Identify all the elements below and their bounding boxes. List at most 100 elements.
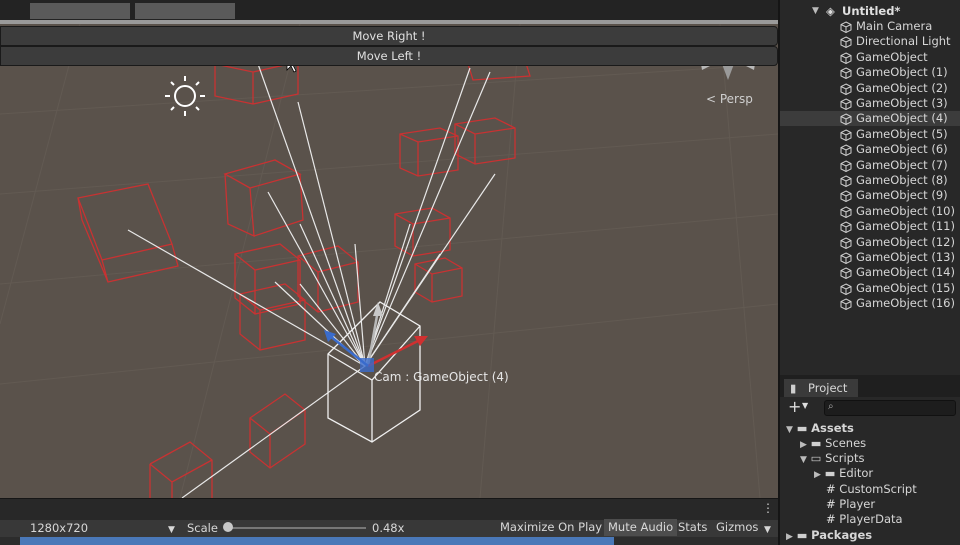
cube-wireframe bbox=[77, 183, 179, 283]
hierarchy-item[interactable]: GameObject (14) bbox=[780, 265, 960, 280]
hierarchy-item[interactable]: GameObject (3) bbox=[780, 96, 960, 111]
resolution-select[interactable]: 1280x720 bbox=[30, 521, 88, 535]
hierarchy-item[interactable]: GameObject (7) bbox=[780, 158, 960, 173]
hierarchy-item[interactable]: GameObject (4) bbox=[780, 111, 960, 127]
game-view-highlight bbox=[20, 537, 614, 545]
editor-tab[interactable] bbox=[135, 3, 235, 19]
script-file-label: CustomScript bbox=[839, 482, 917, 496]
hierarchy-item-label: GameObject (1) bbox=[856, 65, 948, 80]
scale-slider-handle[interactable] bbox=[223, 522, 233, 532]
hierarchy-item-label: GameObject (11) bbox=[856, 219, 955, 234]
folder-icon: ▬ bbox=[796, 528, 808, 542]
script-file[interactable]: # Player bbox=[826, 497, 875, 512]
hierarchy-item[interactable]: GameObject (8) bbox=[780, 173, 960, 188]
project-search-input[interactable]: ⌕ bbox=[824, 400, 956, 416]
dropdown-arrow-icon[interactable]: ▼ bbox=[168, 523, 175, 537]
gameobject-cube-icon bbox=[840, 175, 852, 188]
script-file-icon: # bbox=[826, 497, 836, 511]
expand-arrow-icon[interactable]: ▼ bbox=[812, 4, 819, 19]
move-right-button[interactable]: Move Right ! bbox=[0, 26, 778, 46]
packages-folder[interactable]: ▶ ▬ Packages bbox=[786, 528, 872, 543]
hierarchy-item[interactable]: Directional Light bbox=[780, 34, 960, 49]
gameobject-cube-icon bbox=[840, 160, 852, 172]
editor-tab[interactable] bbox=[30, 3, 130, 19]
add-icon[interactable]: + bbox=[788, 397, 801, 416]
hierarchy-item-label: GameObject (10) bbox=[856, 203, 955, 218]
hierarchy-item-label: GameObject (7) bbox=[856, 157, 948, 172]
mute-audio-toggle[interactable]: Mute Audio bbox=[604, 519, 678, 536]
unity-scene-icon: ◈ bbox=[826, 4, 835, 18]
packages-label: Packages bbox=[811, 528, 873, 542]
hierarchy-item[interactable]: GameObject (10) bbox=[780, 204, 960, 219]
hierarchy-item-label: GameObject (13) bbox=[856, 250, 955, 264]
top-strip bbox=[0, 0, 778, 24]
assets-folder[interactable]: ▼ ▬ Assets bbox=[786, 421, 854, 436]
expand-arrow-icon[interactable]: ▼ bbox=[800, 455, 807, 465]
scripts-label: Scripts bbox=[825, 451, 865, 465]
cube-wireframe bbox=[249, 393, 306, 469]
hierarchy-item[interactable]: GameObject (16) bbox=[780, 296, 960, 311]
search-icon: ⌕ bbox=[828, 401, 834, 412]
scenes-label: Scenes bbox=[825, 436, 867, 450]
game-view-header: ⋮ bbox=[0, 498, 778, 521]
collapse-arrow-icon[interactable]: ▶ bbox=[800, 440, 807, 450]
hierarchy-item[interactable]: GameObject (13) bbox=[780, 250, 960, 265]
expand-arrow-icon[interactable]: ▼ bbox=[786, 425, 793, 435]
hierarchy-item-label: GameObject (3) bbox=[856, 96, 948, 110]
script-file-icon: # bbox=[826, 512, 836, 526]
project-header: ▮ Project bbox=[778, 375, 960, 397]
project-tab[interactable]: ▮ Project bbox=[784, 379, 858, 397]
hierarchy-item-label: GameObject bbox=[856, 49, 928, 64]
add-dropdown-icon[interactable]: ▼ bbox=[802, 401, 808, 410]
scene-view[interactable]: z x Move Right ! Move Left ! < Persp Cam… bbox=[0, 24, 778, 498]
hierarchy-item[interactable]: Main Camera bbox=[780, 19, 960, 34]
gameobject-cube-icon bbox=[840, 52, 852, 64]
move-left-button[interactable]: Move Left ! bbox=[0, 46, 778, 66]
gameobject-cube-icon bbox=[840, 267, 852, 280]
gameobject-cube-icon bbox=[840, 190, 852, 203]
maximize-on-play-toggle[interactable]: Maximize On Play bbox=[496, 519, 606, 536]
script-file[interactable]: # PlayerData bbox=[826, 512, 903, 527]
hierarchy-item[interactable]: GameObject (1) bbox=[780, 65, 960, 80]
project-tab-label: Project bbox=[808, 381, 848, 395]
hierarchy-item[interactable]: GameObject (5) bbox=[780, 127, 960, 142]
scenes-folder[interactable]: ▶ ▬ Scenes bbox=[800, 436, 866, 451]
cube-wireframe bbox=[149, 441, 213, 498]
collapse-arrow-icon[interactable]: ▶ bbox=[814, 470, 821, 480]
more-options-icon[interactable]: ⋮ bbox=[762, 501, 774, 515]
hierarchy-item[interactable]: GameObject (15) bbox=[780, 281, 960, 296]
gameobject-cube-icon bbox=[840, 283, 852, 295]
sun-icon bbox=[165, 76, 205, 116]
script-file-label: PlayerData bbox=[839, 512, 903, 526]
folder-icon: ▬ bbox=[796, 421, 808, 435]
persp-toggle[interactable]: < Persp bbox=[706, 92, 753, 106]
gizmos-dropdown-icon[interactable]: ▼ bbox=[764, 523, 771, 537]
folder-icon: ▮ bbox=[790, 381, 797, 395]
hierarchy-item[interactable]: GameObject (11) bbox=[780, 219, 960, 234]
stats-toggle[interactable]: Stats bbox=[674, 519, 711, 536]
scene-viewport: z x bbox=[0, 24, 778, 498]
scale-label: Scale bbox=[187, 521, 218, 535]
hierarchy-item[interactable]: GameObject (6) bbox=[780, 142, 960, 157]
scripts-folder[interactable]: ▼ ▭ Scripts bbox=[800, 451, 864, 466]
gizmos-toggle[interactable]: Gizmos bbox=[712, 519, 762, 536]
folder-icon: ▬ bbox=[824, 466, 836, 480]
hierarchy-item-label: GameObject (8) bbox=[856, 173, 948, 187]
hierarchy-item[interactable]: GameObject (9) bbox=[780, 188, 960, 203]
editor-folder[interactable]: ▶ ▬ Editor bbox=[814, 466, 873, 481]
scale-value: 0.48x bbox=[372, 521, 405, 535]
hierarchy-item[interactable]: GameObject bbox=[780, 50, 960, 65]
script-file[interactable]: # CustomScript bbox=[826, 482, 917, 497]
collapse-arrow-icon[interactable]: ▶ bbox=[786, 532, 793, 542]
hierarchy-item[interactable]: GameObject (2) bbox=[780, 81, 960, 96]
light-object-icon bbox=[840, 36, 852, 49]
hierarchy-item-label: GameObject (12) bbox=[856, 234, 955, 249]
gameobject-cube-icon bbox=[840, 67, 852, 80]
hierarchy-item[interactable]: GameObject (12) bbox=[780, 235, 960, 250]
editor-label: Editor bbox=[839, 466, 874, 480]
assets-label: Assets bbox=[811, 421, 854, 435]
scene-root[interactable]: ▼ ◈ Untitled* bbox=[780, 4, 960, 19]
scale-slider-track[interactable] bbox=[226, 527, 366, 529]
gameobject-cube-icon bbox=[840, 206, 852, 218]
project-panel: + ▼ ⌕ ▼ ▬ Assets ▶ ▬ Scenes ▼ ▭ Scripts … bbox=[778, 397, 960, 545]
